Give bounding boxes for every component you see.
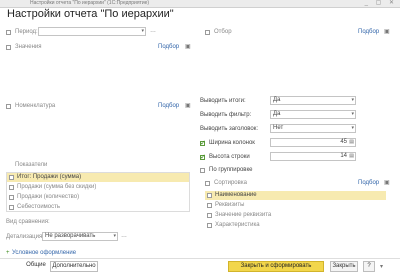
- width-value: 45: [340, 139, 347, 145]
- period-label: Период:: [15, 29, 38, 35]
- details-label: Значения: [15, 44, 42, 50]
- sort-checkbox[interactable]: [205, 181, 210, 186]
- by-group-label: По группировке: [209, 167, 253, 173]
- header-value: Нет: [273, 125, 284, 131]
- output-title-label: Выводить итоги:: [200, 98, 246, 104]
- item-checkbox[interactable]: [207, 213, 212, 218]
- width-field[interactable]: 45 ▤: [270, 138, 356, 147]
- item-checkbox[interactable]: [207, 203, 212, 208]
- detail-value: Не разворачивать: [45, 233, 96, 239]
- footer-divider: [0, 258, 400, 259]
- filter-label: Отбор: [214, 29, 232, 35]
- period-field[interactable]: ▾: [38, 27, 146, 36]
- window-title: Настройки отчета "По иерархии" (1С:Предп…: [30, 0, 150, 6]
- height-label: Высота строки: [209, 154, 250, 160]
- list-item[interactable]: Характеристика: [205, 221, 386, 230]
- help-button[interactable]: ?: [363, 261, 375, 272]
- list-item[interactable]: Наименование: [205, 191, 386, 200]
- by-group-checkbox[interactable]: [200, 168, 205, 173]
- detail-label: Детализация:: [6, 234, 44, 240]
- header-select[interactable]: Нет ▾: [270, 124, 356, 133]
- indicators-label: Показатели: [15, 162, 48, 168]
- tab-general[interactable]: Общие: [22, 261, 50, 272]
- more-icon[interactable]: ▾: [380, 263, 383, 270]
- settings-icon[interactable]: ▣: [185, 43, 191, 50]
- list-item[interactable]: Итог: Продажи (сумма): [7, 173, 189, 182]
- close-button[interactable]: Закрыть: [330, 261, 358, 272]
- height-value: 14: [340, 153, 347, 159]
- chevron-down-icon[interactable]: ▾: [351, 97, 354, 104]
- output-filter-label: Выводить фильтр:: [200, 112, 252, 118]
- window-controls[interactable]: _ ▢ ✕: [365, 0, 397, 7]
- output-filter-select[interactable]: Да ▾: [270, 110, 356, 119]
- list-item[interactable]: Продажи (количество): [7, 193, 189, 202]
- settings-icon[interactable]: ▣: [185, 102, 191, 109]
- list-item[interactable]: Себестоимость: [7, 203, 189, 212]
- indicators-list: Итог: Продажи (сумма) Продажи (сумма без…: [6, 172, 190, 212]
- height-checkbox[interactable]: [200, 153, 206, 161]
- filter-select-link[interactable]: Подбор: [358, 29, 379, 35]
- item-checkbox[interactable]: [9, 195, 14, 200]
- width-checkbox[interactable]: [200, 139, 206, 147]
- list-item[interactable]: Продажи (сумма без скидки): [7, 183, 189, 192]
- filter-checkbox[interactable]: [205, 30, 210, 35]
- chevron-down-icon[interactable]: ▾: [141, 28, 144, 35]
- sort-select-link[interactable]: Подбор: [358, 180, 379, 186]
- item-checkbox[interactable]: [9, 205, 14, 210]
- add-icon[interactable]: +: [6, 250, 10, 256]
- detail-field[interactable]: Не разворачивать ▾: [42, 232, 118, 241]
- page-title: Настройки отчета "По иерархии": [7, 8, 174, 20]
- chevron-down-icon[interactable]: ▾: [351, 125, 354, 132]
- ellipsis-icon[interactable]: …: [150, 28, 156, 34]
- item-checkbox[interactable]: [9, 175, 14, 180]
- tab-additional[interactable]: Дополнительно: [50, 261, 98, 272]
- width-label: Ширина колонок: [209, 140, 255, 146]
- list-item[interactable]: Значение реквизита: [205, 211, 386, 220]
- item-checkbox[interactable]: [207, 223, 212, 228]
- output-filter-value: Да: [273, 111, 281, 117]
- item-checkbox[interactable]: [207, 193, 212, 198]
- extra-label: Вид сравнения:: [6, 219, 50, 225]
- ellipsis-icon[interactable]: …: [121, 233, 127, 239]
- period-checkbox[interactable]: [6, 30, 11, 35]
- details-checkbox[interactable]: [6, 45, 11, 50]
- sort-label: Сортировка: [214, 180, 247, 186]
- settings-icon[interactable]: ▣: [384, 179, 390, 186]
- header-label: Выводить заголовок:: [200, 126, 259, 132]
- details-select-link[interactable]: Подбор: [158, 44, 179, 50]
- output-title-value: Да: [273, 97, 281, 103]
- rows-checkbox[interactable]: [6, 104, 11, 109]
- chevron-down-icon[interactable]: ▾: [351, 111, 354, 118]
- list-item[interactable]: Реквизиты: [205, 201, 386, 210]
- conditions-link[interactable]: Условное оформление: [12, 250, 76, 256]
- window-titlebar: Настройки отчета "По иерархии" (1С:Предп…: [0, 0, 400, 8]
- rows-select-link[interactable]: Подбор: [158, 103, 179, 109]
- chevron-down-icon[interactable]: ▾: [113, 233, 116, 240]
- rows-label: Номенклатура: [15, 103, 56, 109]
- output-title-select[interactable]: Да ▾: [270, 96, 356, 105]
- height-field[interactable]: 14 ▤: [270, 152, 356, 161]
- calculator-icon[interactable]: ▤: [349, 153, 354, 160]
- apply-and-generate-button[interactable]: Закрыть и сформировать: [228, 261, 324, 272]
- item-checkbox[interactable]: [9, 185, 14, 190]
- sort-list: Наименование Реквизиты Значение реквизит…: [205, 189, 386, 231]
- settings-icon[interactable]: ▣: [384, 28, 390, 35]
- calculator-icon[interactable]: ▤: [349, 139, 354, 146]
